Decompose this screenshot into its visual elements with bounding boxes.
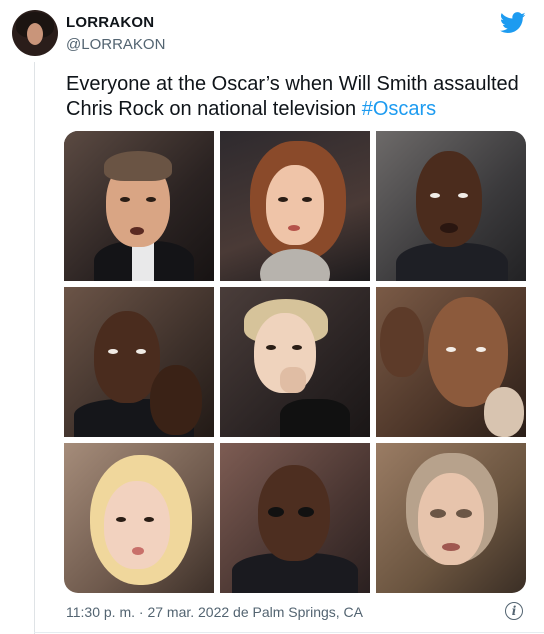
display-name[interactable]: LORRAKON (66, 14, 154, 31)
hashtag-link[interactable]: #Oscars (362, 98, 436, 120)
tweet-text: Everyone at the Oscar’s when Will Smith … (66, 72, 526, 122)
photo-tile (64, 131, 214, 281)
photo-tile (376, 443, 526, 593)
photo-tile (376, 287, 526, 437)
tweet-body-text: Everyone at the Oscar’s when Will Smith … (66, 73, 519, 120)
photo-tile (64, 287, 214, 437)
photo-tile (376, 131, 526, 281)
tweet-timestamp[interactable]: 11:30 p. m. · 27 mar. 2022 de Palm Sprin… (66, 604, 363, 620)
divider (34, 632, 544, 633)
photo-tile (220, 443, 370, 593)
thread-line (34, 62, 35, 634)
photo-tile (64, 443, 214, 593)
avatar[interactable] (12, 10, 58, 56)
photo-tile (220, 131, 370, 281)
info-icon[interactable]: i (505, 602, 523, 620)
photo-tile (220, 287, 370, 437)
media-grid[interactable] (64, 131, 526, 593)
handle[interactable]: @LORRAKON (66, 36, 165, 53)
twitter-bird-icon[interactable] (500, 12, 526, 34)
